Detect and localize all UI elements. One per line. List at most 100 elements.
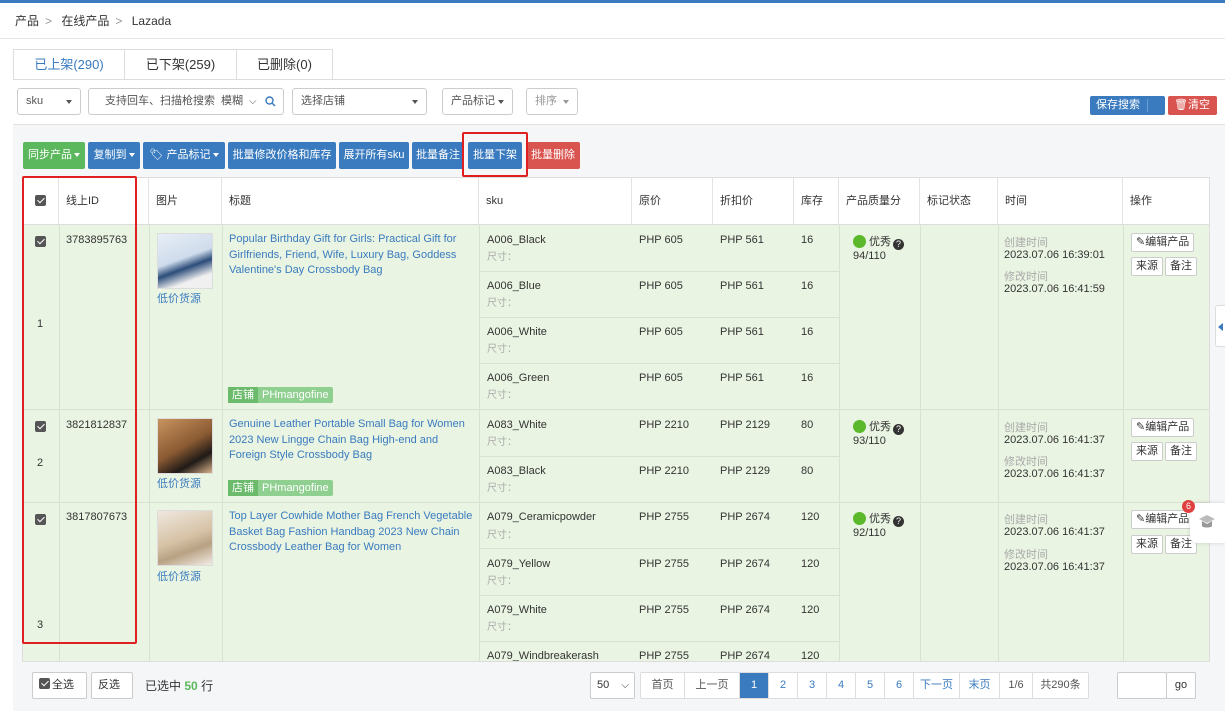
quality-label: 优秀 xyxy=(869,513,891,525)
notification-badge: 6 xyxy=(1182,500,1195,513)
go-button[interactable]: go xyxy=(1166,672,1196,699)
original-price: PHP 2755 xyxy=(639,604,689,616)
quality-status: 优秀? xyxy=(853,418,904,435)
help-icon[interactable]: ? xyxy=(893,516,904,527)
help-icon[interactable]: ? xyxy=(893,239,904,250)
copy-to-button[interactable]: 复制到 xyxy=(88,142,140,169)
sku-field-select[interactable]: sku xyxy=(17,88,81,115)
store-badge: 店铺 PHmangofine xyxy=(228,387,333,403)
batch-delete-button[interactable]: 批量删除 xyxy=(526,142,580,169)
store-badge-label: 店铺 xyxy=(228,480,258,496)
sort-select[interactable]: 排序 xyxy=(526,88,578,115)
stock: 16 xyxy=(801,280,814,292)
source-button[interactable]: 来源 xyxy=(1131,535,1163,554)
edit-product-button[interactable]: ✎编辑产品 xyxy=(1131,418,1195,437)
low-price-source-link[interactable]: 低价货源 xyxy=(157,568,201,584)
source-button[interactable]: 来源 xyxy=(1131,257,1163,276)
stock: 16 xyxy=(801,234,814,246)
quality-score: 92/110 xyxy=(853,527,886,539)
quality-score: 93/110 xyxy=(853,435,886,447)
sku-size: 尺寸： xyxy=(487,530,517,541)
stock: 16 xyxy=(801,372,814,384)
search-input[interactable]: 支持回车、扫描枪搜索 模糊 ⌵ xyxy=(88,88,284,115)
save-search-button[interactable]: 保存搜索 xyxy=(1090,96,1165,127)
product-image[interactable] xyxy=(157,233,213,289)
quality-status: 优秀? xyxy=(853,233,904,250)
side-collapse-tab[interactable] xyxy=(1215,305,1225,347)
store-select[interactable]: 选择店铺 xyxy=(292,88,427,115)
top-accent-strip xyxy=(0,0,1225,3)
product-tag-label: 产品标记 xyxy=(166,149,211,161)
product-title-link[interactable]: Genuine Leather Portable Small Bag for W… xyxy=(229,417,473,464)
source-button[interactable]: 来源 xyxy=(1131,442,1163,461)
tab-listed[interactable]: 已上架(290) xyxy=(13,49,125,80)
discount-price: PHP 2129 xyxy=(720,419,770,431)
low-price-source-link[interactable]: 低价货源 xyxy=(157,290,201,306)
tab-delisted[interactable]: 已下架(259) xyxy=(124,49,237,80)
tag-icon: 🏷 xyxy=(149,149,164,161)
clear-button[interactable]: 🗑清空 xyxy=(1168,96,1217,115)
page-link[interactable]: 1 xyxy=(740,673,769,698)
store-badge-name: PHmangofine xyxy=(262,389,329,401)
modified-time: 2023.07.06 16:41:37 xyxy=(1004,561,1105,573)
next-page-link[interactable]: 下一页 xyxy=(914,673,960,698)
support-float-button[interactable] xyxy=(1190,503,1225,543)
prev-page-link[interactable]: 上一页 xyxy=(685,673,740,698)
product-title-link[interactable]: Top Layer Cowhide Mother Bag French Vege… xyxy=(229,509,473,556)
sku-size: 尺寸： xyxy=(487,298,517,309)
invert-selection-button[interactable]: 反选 xyxy=(91,672,133,699)
discount-price: PHP 561 xyxy=(720,280,764,292)
col-divider xyxy=(222,225,223,661)
page-link[interactable]: 4 xyxy=(827,673,856,698)
first-page-link[interactable]: 首页 xyxy=(641,673,685,698)
original-price: PHP 2210 xyxy=(639,465,689,477)
sku-code: A079_White xyxy=(487,604,547,616)
expand-all-sku-button[interactable]: 展开所有sku xyxy=(339,142,409,169)
sku-code: A006_Black xyxy=(487,234,546,246)
quality-label: 优秀 xyxy=(869,421,891,433)
clear-label: 清空 xyxy=(1187,99,1210,111)
low-price-source-link[interactable]: 低价货源 xyxy=(157,475,201,491)
stock: 80 xyxy=(801,465,814,477)
product-title-link[interactable]: Popular Birthday Gift for Girls: Practic… xyxy=(229,232,473,279)
page-link[interactable]: 2 xyxy=(769,673,798,698)
product-tag-button[interactable]: 🏷 产品标记 xyxy=(143,142,225,169)
product-image[interactable] xyxy=(157,510,213,566)
original-price: PHP 605 xyxy=(639,372,683,384)
original-price: PHP 2755 xyxy=(639,511,689,523)
sku-code: A006_Green xyxy=(487,372,550,384)
quality-status: 优秀? xyxy=(853,510,904,527)
batch-edit-price-stock-button[interactable]: 批量修改价格和库存 xyxy=(228,142,336,169)
breadcrumb-item[interactable]: 产品 xyxy=(15,14,39,28)
edit-product-button[interactable]: ✎编辑产品 xyxy=(1131,510,1195,529)
edit-product-button[interactable]: ✎编辑产品 xyxy=(1131,233,1195,252)
page-link[interactable]: 5 xyxy=(856,673,885,698)
search-mode-select[interactable]: 模糊 xyxy=(221,89,243,114)
sku-divider xyxy=(479,548,839,549)
modified-time: 2023.07.06 16:41:37 xyxy=(1004,468,1105,480)
tag-filter-select[interactable]: 产品标记 xyxy=(442,88,513,115)
highlight-box-delist xyxy=(462,132,528,177)
page-jump-input[interactable] xyxy=(1117,672,1167,699)
help-icon[interactable]: ? xyxy=(893,424,904,435)
product-image[interactable] xyxy=(157,418,213,474)
page-link[interactable]: 6 xyxy=(885,673,914,698)
search-icon[interactable] xyxy=(265,96,276,107)
note-button[interactable]: 备注 xyxy=(1165,257,1197,276)
discount-price: PHP 2674 xyxy=(720,511,770,523)
sync-products-button[interactable]: 同步产品 xyxy=(23,142,85,169)
page-size-select[interactable]: 50 ⌵ xyxy=(590,672,635,699)
batch-note-button[interactable]: 批量备注 xyxy=(412,142,464,169)
breadcrumb-item[interactable]: 在线产品 xyxy=(61,14,109,28)
select-all-button[interactable]: 全选 xyxy=(32,672,87,699)
created-label: 创建时间 xyxy=(1004,422,1048,434)
sku-size: 尺寸： xyxy=(487,390,517,401)
discount-price: PHP 561 xyxy=(720,372,764,384)
chevron-down-icon xyxy=(66,100,72,104)
tab-deleted[interactable]: 已删除(0) xyxy=(236,49,333,80)
product-table: 线上ID 图片 标题 sku 原价 折扣价 库存 产品质量分 标记状态 时间 操… xyxy=(22,177,1210,662)
last-page-link[interactable]: 末页 xyxy=(960,673,1000,698)
page-link[interactable]: 3 xyxy=(798,673,827,698)
note-button[interactable]: 备注 xyxy=(1165,442,1197,461)
discount-price: PHP 561 xyxy=(720,234,764,246)
